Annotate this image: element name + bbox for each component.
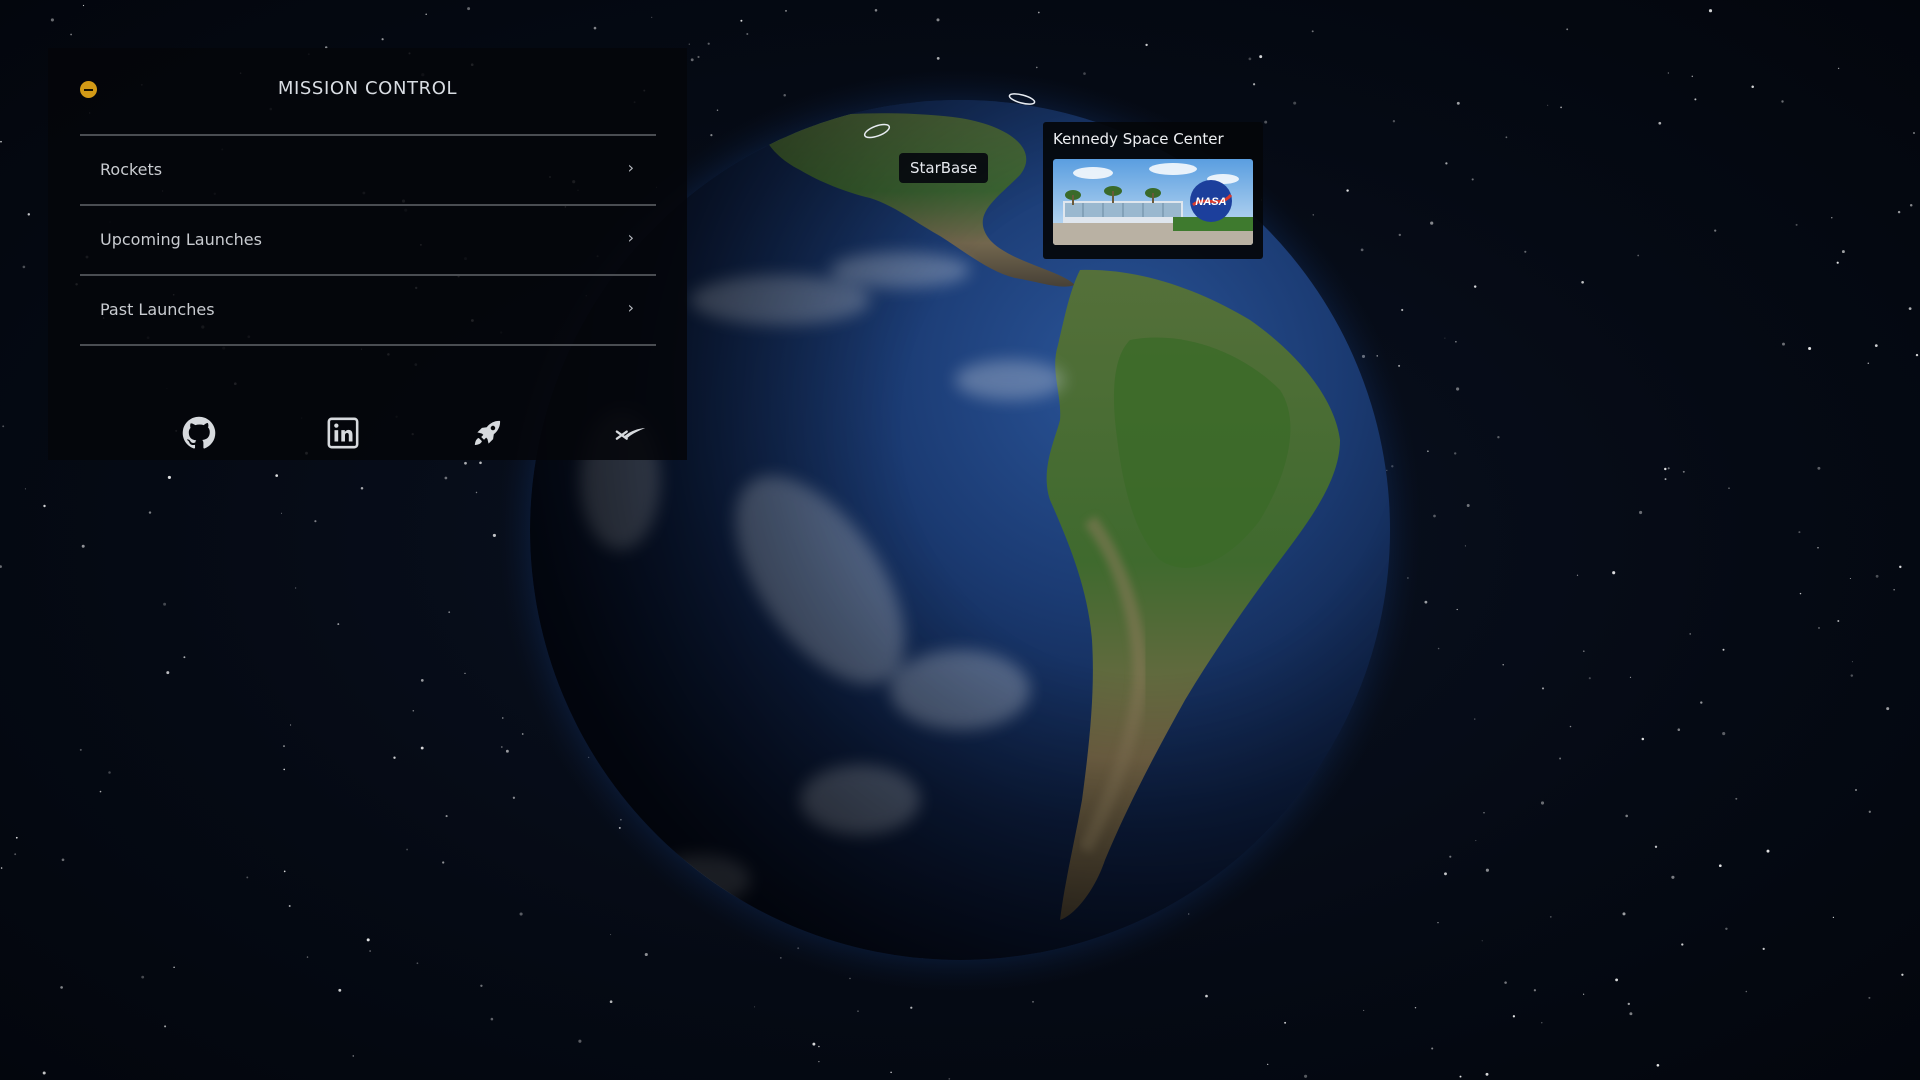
menu-item-label: Rockets [100,160,163,179]
spacex-logo-icon[interactable] [614,416,648,450]
menu-item-upcoming-launches[interactable]: Upcoming Launches › [80,204,656,274]
linkedin-icon[interactable] [326,416,360,450]
chevron-right-icon: › [627,298,634,317]
location-card-title: Kennedy Space Center [1053,130,1224,148]
panel-title: MISSION CONTROL [277,78,458,99]
menu-item-past-launches[interactable]: Past Launches › [80,274,656,346]
menu-list: Rockets › Upcoming Launches › Past Launc… [80,134,656,346]
space-scene: MISSION CONTROL Rockets › Upcoming Launc… [0,0,1920,1080]
mission-control-panel: MISSION CONTROL Rockets › Upcoming Launc… [48,48,687,460]
menu-item-rockets[interactable]: Rockets › [80,134,656,204]
rocket-icon[interactable] [471,416,505,450]
chevron-right-icon: › [627,228,634,247]
menu-item-label: Past Launches [100,300,215,319]
github-icon[interactable] [182,416,216,450]
social-links [80,416,656,472]
svg-text:NASA: NASA [1195,196,1226,208]
chevron-right-icon: › [627,158,634,177]
panel-header: MISSION CONTROL [48,48,687,136]
menu-item-label: Upcoming Launches [100,230,262,249]
location-card-kennedy[interactable]: Kennedy Space Center NASA [1043,122,1263,259]
starbase-label[interactable]: StarBase [899,153,989,183]
kennedy-space-center-photo: NASA [1053,159,1253,245]
